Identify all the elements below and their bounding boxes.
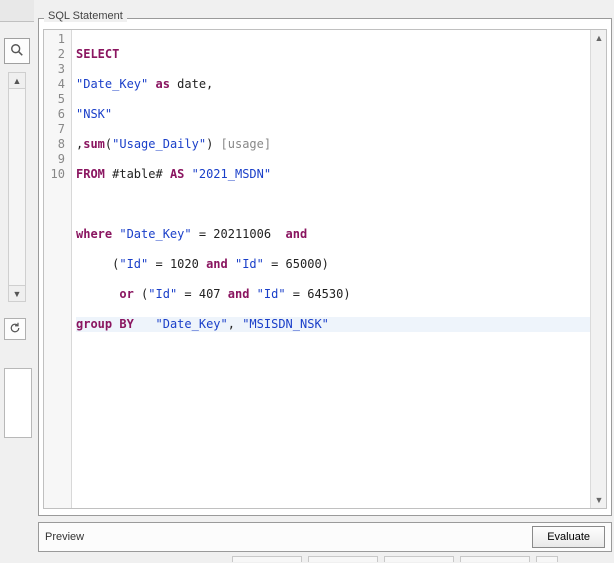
gutter-line: 2	[44, 47, 71, 62]
code-token: AS	[170, 167, 184, 181]
bottom-button-row	[232, 556, 558, 562]
code-token: "Date_Key"	[76, 77, 148, 91]
bottom-button[interactable]	[232, 556, 302, 562]
search-icon	[10, 43, 24, 60]
bottom-button[interactable]	[536, 556, 558, 562]
code-token: "Date_Key"	[156, 317, 228, 331]
preview-label: Preview	[45, 531, 84, 543]
code-token: and	[206, 257, 228, 271]
code-token: = 1020	[148, 257, 206, 271]
gutter-line: 4	[44, 77, 71, 92]
gutter-line: 3	[44, 62, 71, 77]
code-token: = 20211006	[192, 227, 286, 241]
code-token: = 407	[177, 287, 228, 301]
bottom-button[interactable]	[384, 556, 454, 562]
scroll-down-icon[interactable]: ▼	[591, 492, 607, 508]
left-scrollbar[interactable]: ▲ ▼	[8, 72, 26, 302]
code-token	[134, 317, 156, 331]
code-token: sum	[83, 137, 105, 151]
code-token: SELECT	[76, 47, 119, 61]
scroll-up-icon[interactable]: ▲	[9, 73, 25, 89]
gutter-line: 1	[44, 32, 71, 47]
refresh-button[interactable]	[4, 318, 26, 340]
bottom-button[interactable]	[308, 556, 378, 562]
code-token: as	[155, 77, 169, 91]
sql-editor[interactable]: 1 2 3 4 5 6 7 8 9 10 SELECT "Date_Key" a…	[43, 29, 607, 509]
left-panel: ▲ ▼	[0, 0, 34, 563]
code-token: group	[76, 317, 112, 331]
code-token: or	[119, 287, 133, 301]
code-token: where	[76, 227, 112, 241]
sql-statement-panel: 1 2 3 4 5 6 7 8 9 10 SELECT "Date_Key" a…	[38, 18, 612, 516]
left-header-strip	[0, 0, 34, 22]
code-token: "Date_Key"	[112, 227, 191, 241]
gutter-line: 8	[44, 137, 71, 152]
code-token: ,	[228, 317, 242, 331]
code-token: "Id"	[148, 287, 177, 301]
code-token: = 65000)	[264, 257, 329, 271]
code-token: date,	[170, 77, 213, 91]
left-secondary-box	[4, 368, 32, 438]
scroll-down-icon[interactable]: ▼	[9, 285, 25, 301]
panel-title: SQL Statement	[44, 10, 127, 22]
code-token: FROM	[76, 167, 105, 181]
code-token: (	[76, 257, 119, 271]
preview-bar: Preview Evaluate	[38, 522, 612, 552]
gutter-line: 7	[44, 122, 71, 137]
code-token: and	[228, 287, 250, 301]
code-token: "MSISDN_NSK"	[242, 317, 329, 331]
evaluate-button-label: Evaluate	[547, 531, 590, 543]
search-button[interactable]	[4, 38, 30, 64]
gutter-line: 6	[44, 107, 71, 122]
code-token: #table#	[105, 167, 170, 181]
code-token: [usage]	[221, 137, 272, 151]
code-token: (	[134, 287, 148, 301]
code-token: "Usage_Daily"	[112, 137, 206, 151]
code-token: BY	[112, 317, 134, 331]
scroll-up-icon[interactable]: ▲	[591, 30, 607, 46]
editor-scrollbar[interactable]: ▲ ▼	[590, 30, 606, 508]
code-token: )	[206, 137, 220, 151]
evaluate-button[interactable]: Evaluate	[532, 526, 605, 548]
code-area[interactable]: SELECT "Date_Key" as date, "NSK" , sum ( "U…	[76, 32, 604, 362]
bottom-button[interactable]	[460, 556, 530, 562]
gutter-line: 10	[44, 167, 71, 182]
refresh-icon	[9, 322, 21, 337]
gutter-line: 9	[44, 152, 71, 167]
gutter-line: 5	[44, 92, 71, 107]
code-token: "Id"	[228, 257, 264, 271]
code-token: = 64530)	[286, 287, 351, 301]
code-token: "Id"	[119, 257, 148, 271]
code-token: "2021_MSDN"	[184, 167, 271, 181]
code-token	[76, 287, 119, 301]
code-token: and	[286, 227, 308, 241]
line-gutter: 1 2 3 4 5 6 7 8 9 10	[44, 30, 72, 508]
code-token: "NSK"	[76, 107, 112, 121]
code-token: "Id"	[249, 287, 285, 301]
